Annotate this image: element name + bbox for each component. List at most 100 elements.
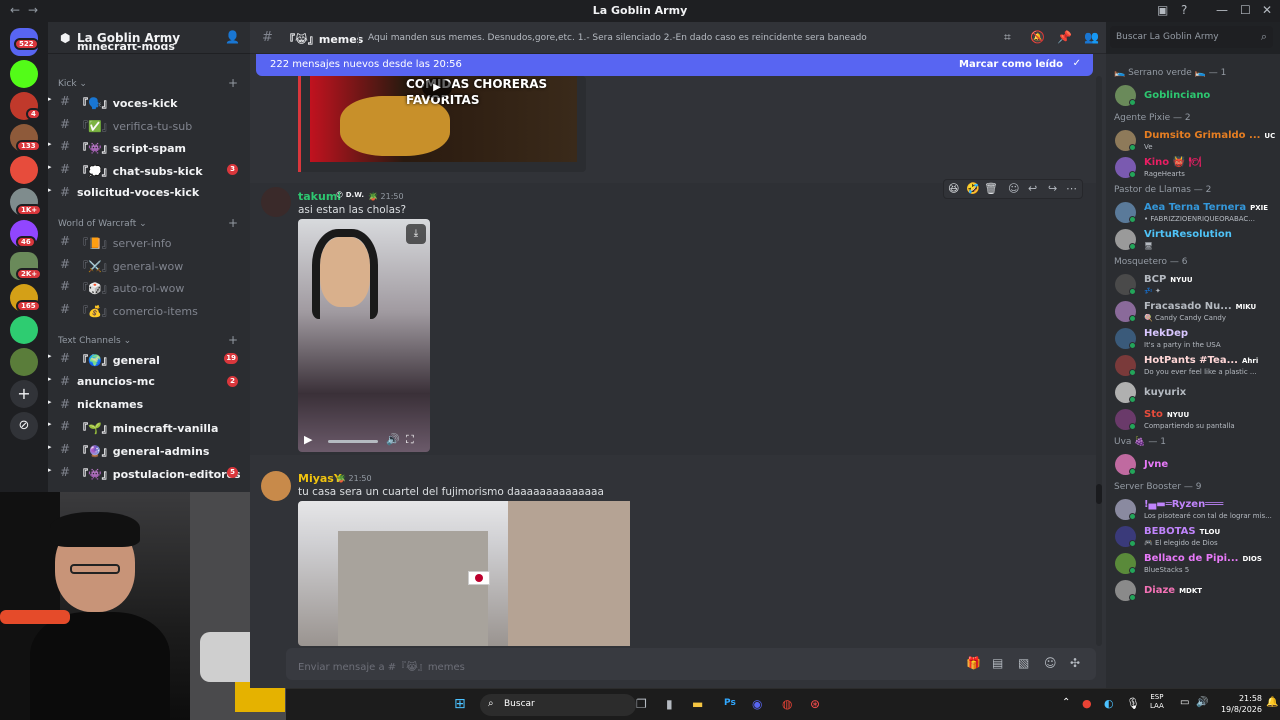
member-item[interactable]: Kino 👹 🍽 RageHearts: [1106, 154, 1280, 182]
message-author[interactable]: takumi: [298, 190, 341, 203]
channel-item[interactable]: minecraft-mods: [48, 44, 250, 56]
invite-people-icon[interactable]: 👤: [225, 30, 240, 44]
gif-icon[interactable]: ▤: [992, 656, 1003, 670]
member-item[interactable]: Diaze MDKT: [1106, 577, 1280, 605]
channel-auto-rol-wow[interactable]: # 『🎲』auto-rol-wow: [48, 277, 250, 297]
member-item[interactable]: kuyurix: [1106, 379, 1280, 407]
new-messages-banner[interactable]: 222 mensajes nuevos desde las 20:56 Marc…: [256, 54, 1093, 76]
scrollbar-thumb[interactable]: [1096, 484, 1102, 504]
member-list-icon[interactable]: 👥: [1084, 30, 1099, 44]
member-item[interactable]: HekDep It's a party in the USA: [1106, 325, 1280, 353]
member-item[interactable]: Jvne: [1106, 451, 1280, 479]
add-channel-icon[interactable]: +: [228, 76, 238, 90]
minimize-icon[interactable]: —: [1216, 3, 1228, 17]
server-icon[interactable]: [10, 316, 38, 344]
download-icon[interactable]: ⤓: [406, 224, 426, 244]
video-attachment[interactable]: ⤓ ▶ 🔊 ⛶: [298, 219, 430, 452]
channel-minecraft-vanilla[interactable]: ▸ # 『🌱』minecraft-vanilla: [48, 417, 250, 437]
close-icon[interactable]: ✕: [1262, 3, 1272, 17]
taskbar-search[interactable]: ⌕ Buscar: [480, 694, 636, 716]
pin-icon[interactable]: 📌: [1057, 30, 1072, 44]
channel-nicknames[interactable]: ▸ # nicknames: [48, 395, 250, 415]
more-icon[interactable]: ⋯: [1066, 182, 1077, 195]
add-reaction-icon[interactable]: ☺: [1008, 182, 1019, 195]
notification-icon[interactable]: 🔔: [1266, 697, 1278, 708]
mute-bell-icon[interactable]: 🔕: [1030, 30, 1045, 44]
avatar[interactable]: [261, 187, 291, 217]
threads-icon[interactable]: ⌗: [1004, 30, 1011, 45]
network-icon[interactable]: ▭: [1180, 697, 1189, 708]
tray-icon[interactable]: ◐: [1104, 697, 1114, 710]
photoshop-icon[interactable]: Ps: [724, 698, 736, 708]
file-explorer-icon[interactable]: ▬: [692, 697, 703, 711]
reaction-emoji-icon[interactable]: 🤣: [966, 182, 980, 195]
mark-as-read-button[interactable]: Marcar como leído: [959, 59, 1063, 70]
message-input[interactable]: Enviar mensaje a #『😹』memes 🎁 ▤ ▧ ☺ ✣: [286, 648, 1096, 680]
windows-start-icon[interactable]: ⊞: [454, 696, 466, 712]
tray-icon[interactable]: ●: [1082, 697, 1092, 710]
image-attachment[interactable]: [298, 501, 630, 646]
play-icon[interactable]: ▶: [304, 433, 312, 446]
server-icon[interactable]: [10, 348, 38, 376]
reply-icon[interactable]: ↩: [1028, 182, 1037, 195]
add-server-icon[interactable]: +: [10, 380, 38, 408]
channel-general-admins[interactable]: ▸ # 『🔮』general-admins: [48, 440, 250, 460]
scrollbar-track[interactable]: [1096, 76, 1102, 646]
add-channel-icon[interactable]: +: [228, 216, 238, 230]
help-icon[interactable]: ?: [1181, 3, 1187, 17]
category-kick[interactable]: Kick ⌄: [58, 79, 87, 89]
task-view-icon[interactable]: ❐: [636, 697, 647, 711]
search-input[interactable]: Buscar La Goblin Army ⌕: [1110, 26, 1273, 48]
member-item[interactable]: Bellaco de Pipi... DIOS BlueStacks 5: [1106, 550, 1280, 578]
channel-comercio-items[interactable]: # 『💰』comercio-items: [48, 300, 250, 320]
member-item[interactable]: HotPants #Tea... Ahri Do you ever feel lik…: [1106, 352, 1280, 380]
member-item[interactable]: Dumsito Grimaldo ... UC Ve: [1106, 127, 1280, 155]
member-item[interactable]: !▄▬═Ryzen═══ Los pisotearé con tal de log…: [1106, 496, 1280, 524]
member-item[interactable]: Fracasado Nu... MIKU 🍭 Candy Candy Candy: [1106, 298, 1280, 326]
play-icon[interactable]: ▶: [422, 78, 452, 98]
channel-verifica-tu-sub[interactable]: # 『✅』verifica-tu-sub: [48, 115, 250, 135]
server-icon[interactable]: [10, 156, 38, 184]
explore-compass-icon[interactable]: ⊘: [10, 412, 38, 440]
member-item[interactable]: Goblinciano: [1106, 82, 1280, 110]
category-text-channels[interactable]: Text Channels ⌄: [58, 336, 131, 346]
channel-solicitud-voces-kick[interactable]: ▸ # solicitud-voces-kick: [48, 183, 250, 203]
sticker-icon[interactable]: ▧: [1018, 656, 1029, 670]
inbox-icon[interactable]: ▣: [1157, 3, 1168, 17]
channel-general-wow[interactable]: # 『⚔️』general-wow: [48, 255, 250, 275]
show-hidden-icons[interactable]: ⌃: [1062, 697, 1070, 708]
member-item[interactable]: VirtuResolution 🖥: [1106, 226, 1280, 254]
apps-icon[interactable]: ✣: [1070, 656, 1080, 670]
channel-topic[interactable]: Aqui manden sus memes. Desnudos,gore,etc…: [368, 33, 867, 43]
app-icon[interactable]: ▮: [666, 697, 673, 711]
embed-thumbnail[interactable]: COMIDAS CHORERAS FAVORITAS ▶: [310, 76, 577, 162]
server-icon-kick[interactable]: [10, 60, 38, 88]
channel-server-info[interactable]: # 『📙』server-info: [48, 232, 250, 252]
fullscreen-icon[interactable]: ⛶: [406, 433, 414, 447]
gift-icon[interactable]: 🎁: [966, 656, 981, 670]
reaction-emoji-icon[interactable]: 😆: [948, 182, 959, 195]
member-item[interactable]: BEBOTAS TLOU 🎮 El elegido de Dios: [1106, 523, 1280, 551]
member-item[interactable]: Sto NYUU Compartiendo su pantalla: [1106, 406, 1280, 434]
microphone-icon[interactable]: 🎙: [1126, 697, 1140, 710]
category-world-of-warcraft[interactable]: World of Warcraft ⌄: [58, 219, 147, 229]
channel-voces-kick[interactable]: ▸ # 『🗣️』voces-kick: [48, 92, 250, 112]
forward-icon[interactable]: ↪: [1048, 182, 1057, 195]
channel-postulacion-editores[interactable]: ▸ # 『👾』postulacion-editores 5: [48, 463, 250, 483]
clock[interactable]: 21:58 19/8/2026: [1220, 693, 1262, 715]
app-icon[interactable]: ⊛: [810, 697, 820, 711]
volume-icon[interactable]: 🔊: [1196, 697, 1208, 708]
channel-script-spam[interactable]: ▸ # 『👾』script-spam: [48, 137, 250, 157]
chrome-icon[interactable]: ◍: [782, 697, 792, 711]
volume-icon[interactable]: 🔊: [386, 433, 400, 446]
channel-chat-subs-kick[interactable]: ▸ # 『💭』chat-subs-kick 3: [48, 160, 250, 180]
language-indicator[interactable]: ESP LAA: [1150, 693, 1164, 711]
channel-general[interactable]: ▸ # 『🌍』general 19: [48, 349, 250, 369]
maximize-icon[interactable]: ☐: [1240, 3, 1251, 17]
channel-anuncios-mc[interactable]: ▸ # anuncios-mc 2: [48, 372, 250, 392]
avatar[interactable]: [261, 471, 291, 501]
emoji-icon[interactable]: ☺: [1044, 656, 1057, 670]
member-item[interactable]: Aea Terna Ternera PXIE • FABRIZZIOENRIQUEO…: [1106, 199, 1280, 227]
discord-taskbar-icon[interactable]: ◉: [752, 697, 762, 711]
add-channel-icon[interactable]: +: [228, 333, 238, 347]
